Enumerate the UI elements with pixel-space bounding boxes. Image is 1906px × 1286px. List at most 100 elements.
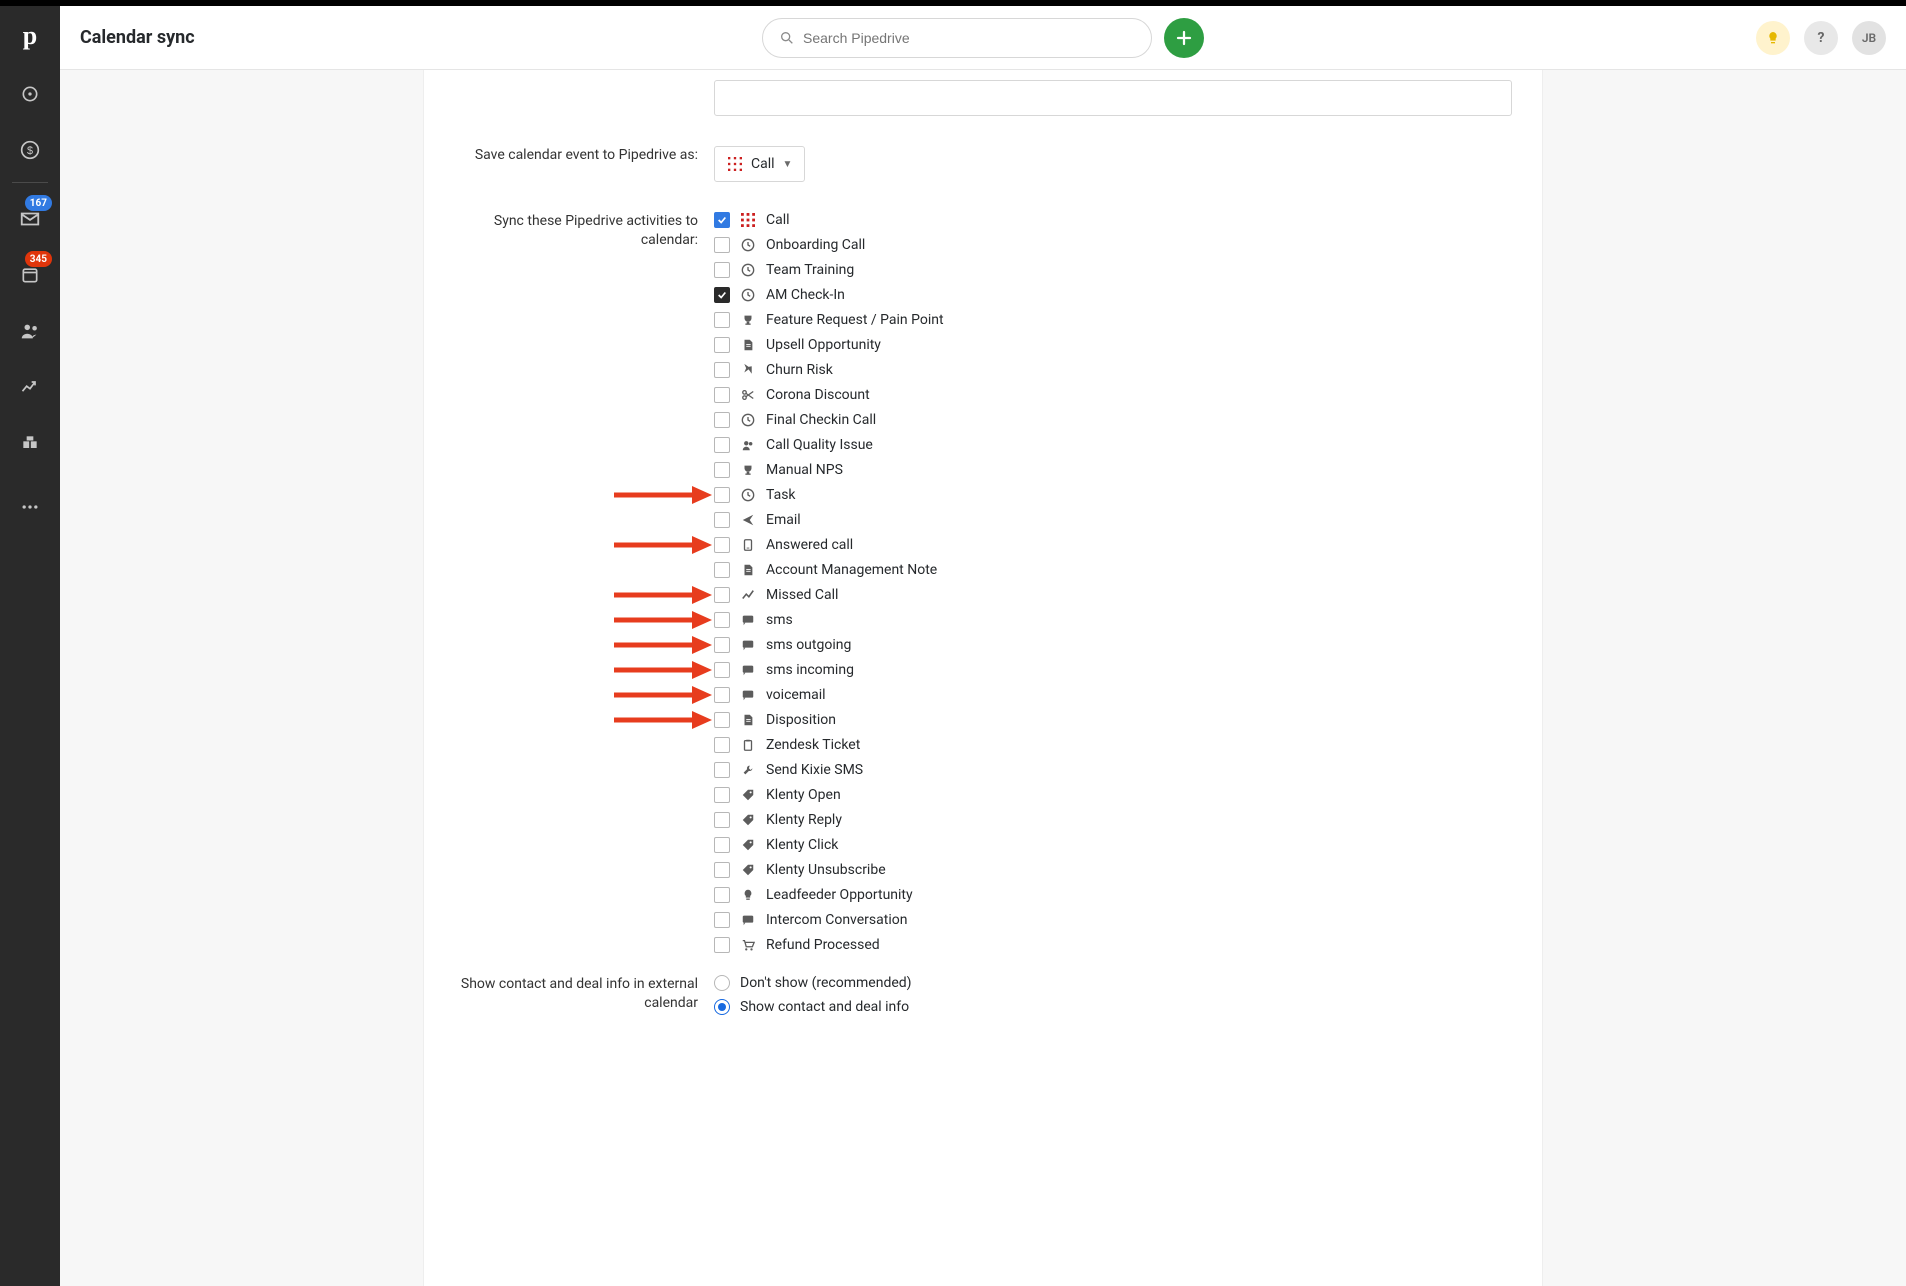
chat-icon: [740, 687, 756, 703]
activity-checkbox[interactable]: [714, 837, 730, 853]
callout-arrow-icon: [612, 709, 712, 731]
activity-checkbox[interactable]: [714, 562, 730, 578]
sidebar-item-leads[interactable]: [0, 66, 60, 122]
activity-checkbox[interactable]: [714, 612, 730, 628]
activity-row: Onboarding Call: [714, 237, 1512, 253]
activity-label: Churn Risk: [766, 362, 833, 378]
activity-row: voicemail: [714, 687, 1512, 703]
activity-checkbox[interactable]: [714, 637, 730, 653]
left-sidebar: p $ 167 345: [0, 6, 60, 1286]
sidebar-item-mail[interactable]: 167: [0, 191, 60, 247]
activity-row: Zendesk Ticket: [714, 737, 1512, 753]
radio-button[interactable]: [714, 975, 730, 991]
hint-button[interactable]: [1756, 21, 1790, 55]
radio-list: Don't show (recommended)Show contact and…: [714, 975, 1512, 1015]
callout-arrow-icon: [612, 609, 712, 631]
activity-checkbox[interactable]: [714, 912, 730, 928]
activity-label: Corona Discount: [766, 387, 870, 403]
phone-frame-icon: [740, 537, 756, 553]
save-event-select[interactable]: Call ▼: [714, 146, 805, 182]
activity-row: Upsell Opportunity: [714, 337, 1512, 353]
row-sync-activities: Sync these Pipedrive activities to calen…: [454, 212, 1512, 953]
activity-label: Call Quality Issue: [766, 437, 873, 453]
activity-checkbox[interactable]: [714, 287, 730, 303]
clipboard-icon: [740, 737, 756, 753]
tag-icon: [740, 787, 756, 803]
activity-row: Final Checkin Call: [714, 412, 1512, 428]
activity-checkbox[interactable]: [714, 662, 730, 678]
activity-checkbox[interactable]: [714, 237, 730, 253]
sidebar-item-insights[interactable]: [0, 359, 60, 415]
row-preceding-field: [454, 80, 1512, 116]
trophy-icon: [740, 312, 756, 328]
callout-arrow-icon: [612, 659, 712, 681]
activity-checkbox[interactable]: [714, 787, 730, 803]
activity-row: Leadfeeder Opportunity: [714, 887, 1512, 903]
svg-text:$: $: [27, 145, 33, 157]
activity-row: Klenty Open: [714, 787, 1512, 803]
activity-checkbox[interactable]: [714, 762, 730, 778]
activity-label: Klenty Click: [766, 837, 838, 853]
activity-label: Answered call: [766, 537, 853, 553]
activity-row: Manual NPS: [714, 462, 1512, 478]
activity-checkbox[interactable]: [714, 412, 730, 428]
activity-checkbox[interactable]: [714, 687, 730, 703]
logo-pipedrive[interactable]: p: [0, 6, 60, 66]
activity-checkbox[interactable]: [714, 462, 730, 478]
activity-checkbox[interactable]: [714, 312, 730, 328]
add-button[interactable]: [1164, 18, 1204, 58]
activity-checkbox[interactable]: [714, 387, 730, 403]
activity-checkbox[interactable]: [714, 812, 730, 828]
activity-label: Call: [766, 212, 790, 228]
activity-checkbox[interactable]: [714, 537, 730, 553]
radio-button[interactable]: [714, 999, 730, 1015]
search-box[interactable]: [762, 18, 1152, 58]
tag-icon: [740, 837, 756, 853]
activity-checkbox[interactable]: [714, 262, 730, 278]
search-input[interactable]: [803, 30, 1135, 46]
activity-checkbox[interactable]: [714, 937, 730, 953]
activity-checkbox[interactable]: [714, 712, 730, 728]
window-top-bar: [0, 0, 1906, 6]
tag-icon: [740, 862, 756, 878]
row-save-event: Save calendar event to Pipedrive as: Cal…: [454, 146, 1512, 182]
radio-row: Show contact and deal info: [714, 999, 1512, 1015]
doc-icon: [740, 337, 756, 353]
sidebar-item-products[interactable]: [0, 415, 60, 471]
sidebar-item-activities[interactable]: 345: [0, 247, 60, 303]
activity-checkbox[interactable]: [714, 887, 730, 903]
activity-checkbox[interactable]: [714, 862, 730, 878]
activity-checkbox[interactable]: [714, 737, 730, 753]
sidebar-item-contacts[interactable]: [0, 303, 60, 359]
activity-label: Intercom Conversation: [766, 912, 907, 928]
page-title: Calendar sync: [80, 27, 195, 48]
avatar[interactable]: JB: [1852, 21, 1886, 55]
activity-checkbox[interactable]: [714, 437, 730, 453]
activity-checkbox[interactable]: [714, 512, 730, 528]
activity-checkbox[interactable]: [714, 212, 730, 228]
activity-checkbox[interactable]: [714, 487, 730, 503]
activity-label: Missed Call: [766, 587, 838, 603]
sidebar-item-deals[interactable]: $: [0, 122, 60, 178]
clock-icon: [740, 412, 756, 428]
activity-row: Churn Risk: [714, 362, 1512, 378]
chat-icon: [740, 912, 756, 928]
activity-checkbox[interactable]: [714, 587, 730, 603]
activity-checkbox[interactable]: [714, 337, 730, 353]
activities-badge: 345: [25, 251, 52, 267]
activity-row: Email: [714, 512, 1512, 528]
chevron-down-icon: ▼: [783, 159, 793, 170]
activity-label: Email: [766, 512, 801, 528]
activity-label: Manual NPS: [766, 462, 843, 478]
sidebar-item-more[interactable]: [0, 479, 60, 535]
activity-label: Feature Request / Pain Point: [766, 312, 944, 328]
activity-label: sms incoming: [766, 662, 854, 678]
activity-row: Team Training: [714, 262, 1512, 278]
callout-arrow-icon: [612, 634, 712, 656]
activity-row: sms: [714, 612, 1512, 628]
activity-row: Missed Call: [714, 587, 1512, 603]
activity-checkbox[interactable]: [714, 362, 730, 378]
preceding-input[interactable]: [714, 80, 1512, 116]
activity-row: Disposition: [714, 712, 1512, 728]
help-button[interactable]: ?: [1804, 21, 1838, 55]
